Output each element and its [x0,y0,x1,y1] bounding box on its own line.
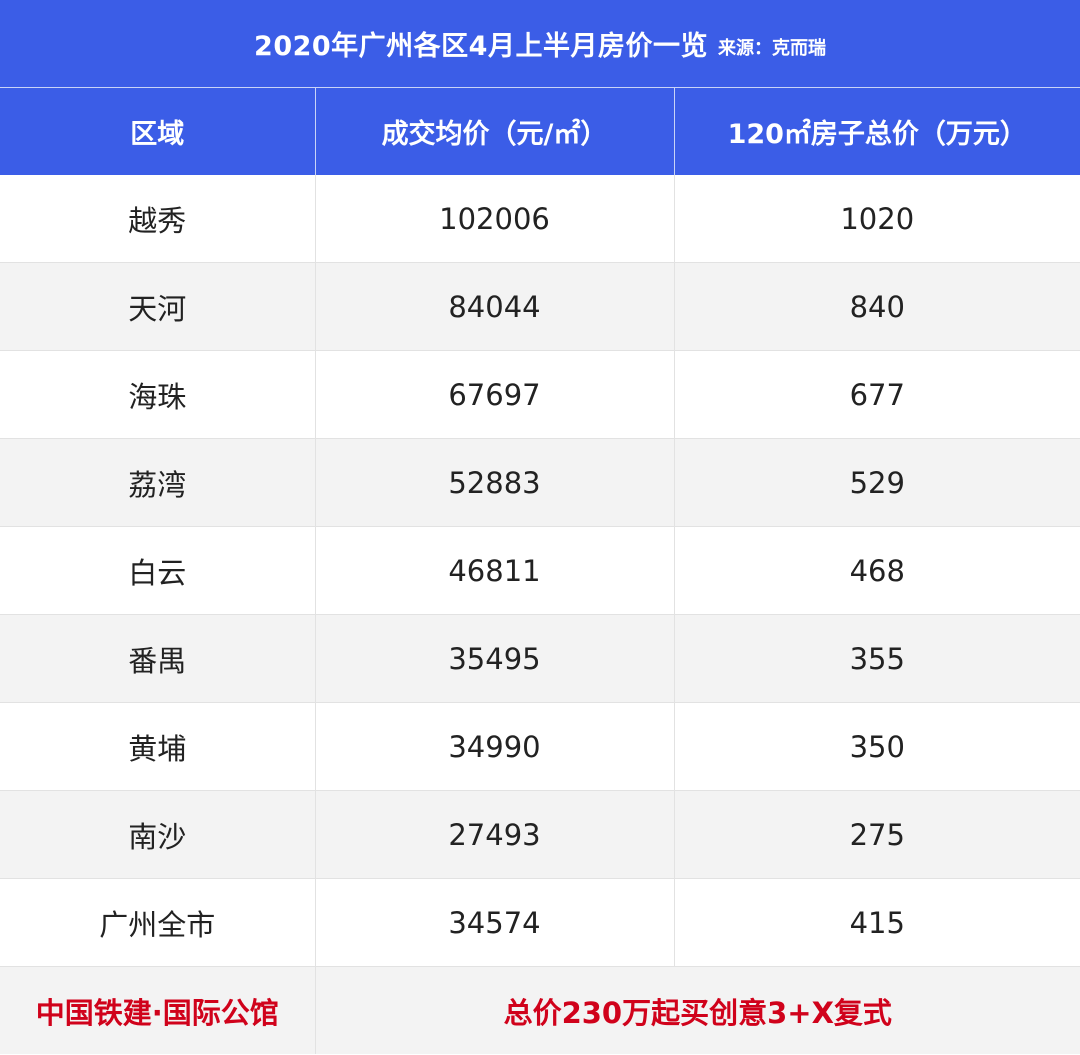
table-row: 天河 84044 840 [0,262,1080,351]
price-table-card: 2020年广州各区4月上半月房价一览 来源：克而瑞 区域 成交均价（元/㎡） 1… [0,0,1080,1055]
table-row: 南沙 27493 275 [0,790,1080,879]
cell-district: 黄埔 [0,702,316,791]
cell-avg-price: 27493 [315,790,675,879]
table-row: 黄埔 34990 350 [0,702,1080,791]
cell-avg-price: 102006 [315,175,675,263]
source-label: 来源：克而瑞 [717,37,826,59]
cell-avg-price: 84044 [315,262,675,351]
table-header: 区域 成交均价（元/㎡） 120㎡房子总价（万元） [0,88,1080,175]
cell-district: 越秀 [0,175,316,263]
cell-total-price: 468 [674,526,1080,615]
header-total-price: 120㎡房子总价（万元） [674,88,1080,175]
cell-total-price: 415 [674,878,1080,967]
table-body: 越秀 102006 1020 天河 84044 840 海珠 67697 677… [0,175,1080,967]
table-row: 越秀 102006 1020 [0,175,1080,263]
header-district: 区域 [0,88,316,175]
cell-district: 广州全市 [0,878,316,967]
cell-district: 荔湾 [0,438,316,527]
cell-district: 海珠 [0,350,316,439]
cell-total-price: 677 [674,350,1080,439]
header-avg-price: 成交均价（元/㎡） [315,88,675,175]
cell-avg-price: 52883 [315,438,675,527]
cell-avg-price: 67697 [315,350,675,439]
cell-total-price: 350 [674,702,1080,791]
cell-district: 南沙 [0,790,316,879]
cell-total-price: 840 [674,262,1080,351]
cell-avg-price: 34990 [315,702,675,791]
title-bar: 2020年广州各区4月上半月房价一览 来源：克而瑞 [0,0,1080,88]
table-title: 2020年广州各区4月上半月房价一览 [254,31,708,62]
table-row: 白云 46811 468 [0,526,1080,615]
table-row: 荔湾 52883 529 [0,438,1080,527]
cell-district: 白云 [0,526,316,615]
table-row-citywide: 广州全市 34574 415 [0,878,1080,967]
cell-total-price: 275 [674,790,1080,879]
promo-row: 中国铁建·国际公馆 总价230万起买创意3+X复式 [0,966,1080,1054]
cell-avg-price: 46811 [315,526,675,615]
cell-avg-price: 35495 [315,614,675,703]
cell-district: 番禺 [0,614,316,703]
cell-district: 天河 [0,262,316,351]
cell-total-price: 529 [674,438,1080,527]
table-row: 海珠 67697 677 [0,350,1080,439]
table-row: 番禺 35495 355 [0,614,1080,703]
cell-total-price: 1020 [674,175,1080,263]
table-footer: 中国铁建·国际公馆 总价230万起买创意3+X复式 [0,966,1080,1054]
price-table: 区域 成交均价（元/㎡） 120㎡房子总价（万元） 越秀 102006 1020… [0,88,1080,1054]
header-row: 区域 成交均价（元/㎡） 120㎡房子总价（万元） [0,88,1080,175]
cell-total-price: 355 [674,614,1080,703]
promo-offer-text: 总价230万起买创意3+X复式 [315,966,1080,1054]
promo-project-name: 中国铁建·国际公馆 [0,966,316,1054]
cell-avg-price: 34574 [315,878,675,967]
